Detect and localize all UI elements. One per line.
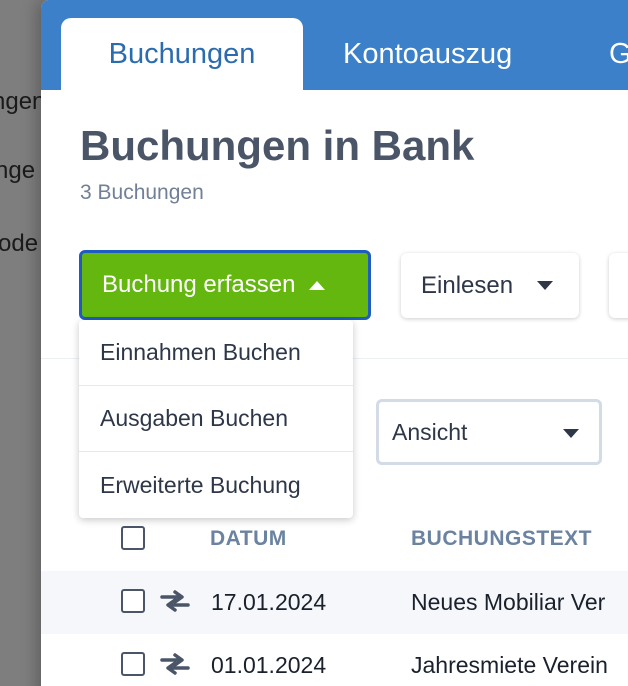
page-title: Buchungen in Bank [80, 122, 475, 169]
table-row[interactable]: 17.01.2024 Neues Mobiliar Ver [41, 571, 628, 634]
row-text: Jahresmiete Verein [411, 652, 608, 678]
view-select-value: Ansicht [392, 418, 468, 445]
background-sidebar-item: ngen [0, 88, 46, 115]
caret-down-icon [563, 429, 579, 438]
toolbar-button-partial[interactable] [609, 253, 628, 318]
tab-bar: Buchungen Kontoauszug G [41, 0, 628, 90]
bookings-panel: Buchungen Kontoauszug G Buchungen in Ban… [41, 0, 628, 686]
create-booking-menu: Einnahmen Buchen Ausgaben Buchen Erweite… [79, 320, 353, 518]
background-sidebar-item: ode [0, 230, 39, 257]
row-text: Neues Mobiliar Ver [411, 589, 606, 615]
caret-up-icon [309, 280, 326, 290]
select-all-checkbox[interactable] [121, 526, 145, 550]
tab-kontoauszug[interactable]: Kontoauszug [343, 18, 512, 90]
menu-item-expense[interactable]: Ausgaben Buchen [79, 386, 353, 452]
row-checkbox[interactable] [121, 652, 145, 676]
import-button[interactable]: Einlesen [401, 253, 579, 318]
column-header-datum[interactable]: DATUM [210, 527, 287, 551]
tab-more[interactable]: G [609, 18, 628, 90]
menu-item-advanced[interactable]: Erweiterte Buchung [79, 452, 353, 518]
row-date: 17.01.2024 [211, 589, 327, 615]
caret-down-icon [537, 281, 554, 290]
import-label: Einlesen [421, 271, 514, 299]
view-select[interactable]: Ansicht [376, 399, 602, 465]
row-checkbox[interactable] [121, 589, 145, 613]
background-sidebar-item: nge [0, 157, 36, 184]
create-booking-label: Buchung erfassen [102, 271, 296, 298]
create-booking-button[interactable]: Buchung erfassen [79, 250, 371, 320]
row-date: 01.01.2024 [211, 652, 327, 678]
table-row[interactable]: 01.01.2024 Jahresmiete Verein [41, 634, 628, 686]
menu-item-income[interactable]: Einnahmen Buchen [79, 320, 353, 386]
tab-buchungen[interactable]: Buchungen [61, 18, 303, 90]
transfer-icon [160, 590, 190, 612]
column-header-buchungstext[interactable]: BUCHUNGSTEXT [411, 527, 592, 551]
transfer-icon [160, 653, 190, 675]
booking-count: 3 Buchungen [80, 181, 204, 204]
